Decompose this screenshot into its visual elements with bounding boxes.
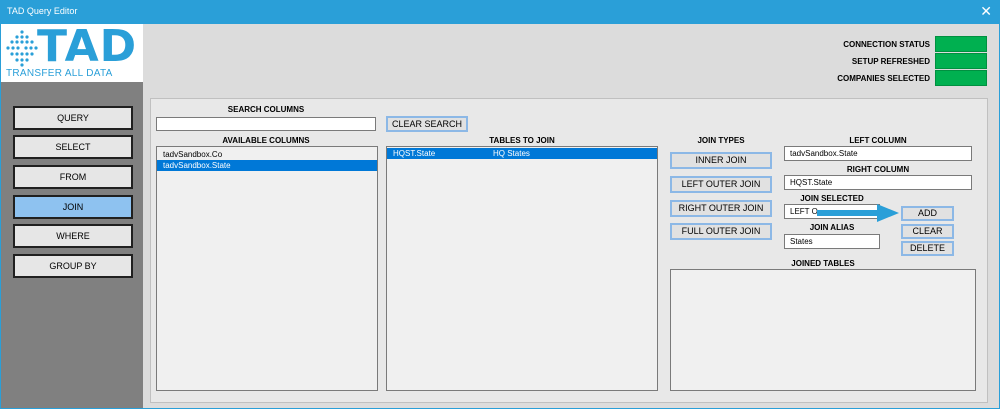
right-outer-join-button[interactable]: RIGHT OUTER JOIN bbox=[670, 200, 772, 217]
right-column-header: RIGHT COLUMN bbox=[846, 165, 910, 174]
nav-where-button[interactable]: WHERE bbox=[13, 224, 133, 248]
nav-join-button[interactable]: JOIN bbox=[13, 195, 133, 219]
list-item[interactable]: tadvSandbox.Co bbox=[157, 149, 377, 160]
tables-to-join-header: TABLES TO JOIN bbox=[489, 136, 555, 145]
table-row[interactable]: HQST.State HQ States bbox=[387, 148, 657, 159]
connection-status-label: CONNECTION STATUS bbox=[843, 40, 930, 49]
left-column-field[interactable]: tadvSandbox.State bbox=[784, 146, 972, 161]
add-button[interactable]: ADD bbox=[901, 206, 954, 221]
search-columns-input[interactable] bbox=[156, 117, 376, 131]
delete-button[interactable]: DELETE bbox=[901, 241, 954, 256]
tables-to-join-list[interactable]: HQST.State HQ States bbox=[386, 146, 658, 391]
nav-query-button[interactable]: QUERY bbox=[13, 106, 133, 130]
nav-select-button[interactable]: SELECT bbox=[13, 135, 133, 159]
close-icon[interactable]: ✕ bbox=[980, 3, 992, 19]
join-alias-field[interactable]: States bbox=[784, 234, 880, 249]
right-column-field[interactable]: HQST.State bbox=[784, 175, 972, 190]
clear-button[interactable]: CLEAR bbox=[901, 224, 954, 239]
joined-tables-list[interactable] bbox=[670, 269, 976, 391]
window-title: TAD Query Editor bbox=[7, 6, 78, 16]
search-columns-header: SEARCH COLUMNS bbox=[227, 105, 305, 114]
joined-tables-header: JOINED TABLES bbox=[791, 259, 855, 268]
nav-from-button[interactable]: FROM bbox=[13, 165, 133, 189]
network-dots-icon bbox=[6, 30, 38, 67]
table-alias: HQ States bbox=[493, 149, 530, 158]
setup-refreshed-label: SETUP REFRESHED bbox=[851, 57, 930, 66]
sidebar: TAD TRANSFER ALL DATA QUERY SELECT FROM … bbox=[1, 24, 143, 408]
nav-group-by-button[interactable]: GROUP BY bbox=[13, 254, 133, 278]
setup-refreshed-indicator bbox=[935, 53, 987, 69]
full-outer-join-button[interactable]: FULL OUTER JOIN bbox=[670, 223, 772, 240]
list-item[interactable]: tadvSandbox.State bbox=[157, 160, 377, 171]
logo-wordmark: TAD bbox=[37, 21, 138, 72]
inner-join-button[interactable]: INNER JOIN bbox=[670, 152, 772, 169]
arrow-right-icon bbox=[817, 204, 899, 222]
available-columns-header: AVAILABLE COLUMNS bbox=[222, 136, 310, 145]
left-column-header: LEFT COLUMN bbox=[849, 136, 907, 145]
join-selected-header: JOIN SELECTED bbox=[800, 194, 864, 203]
connection-status-indicator bbox=[935, 36, 987, 52]
table-name: HQST.State bbox=[393, 149, 436, 158]
available-columns-list[interactable]: tadvSandbox.Co tadvSandbox.State bbox=[156, 146, 378, 391]
clear-search-button[interactable]: CLEAR SEARCH bbox=[386, 116, 468, 132]
join-types-header: JOIN TYPES bbox=[697, 136, 745, 145]
tad-logo: TAD TRANSFER ALL DATA bbox=[1, 24, 143, 82]
companies-selected-indicator bbox=[935, 70, 987, 86]
companies-selected-label: COMPANIES SELECTED bbox=[837, 74, 930, 83]
left-outer-join-button[interactable]: LEFT OUTER JOIN bbox=[670, 176, 772, 193]
logo-tagline: TRANSFER ALL DATA bbox=[6, 68, 113, 79]
join-alias-header: JOIN ALIAS bbox=[809, 223, 855, 232]
title-bar: TAD Query Editor ✕ bbox=[0, 0, 1000, 24]
